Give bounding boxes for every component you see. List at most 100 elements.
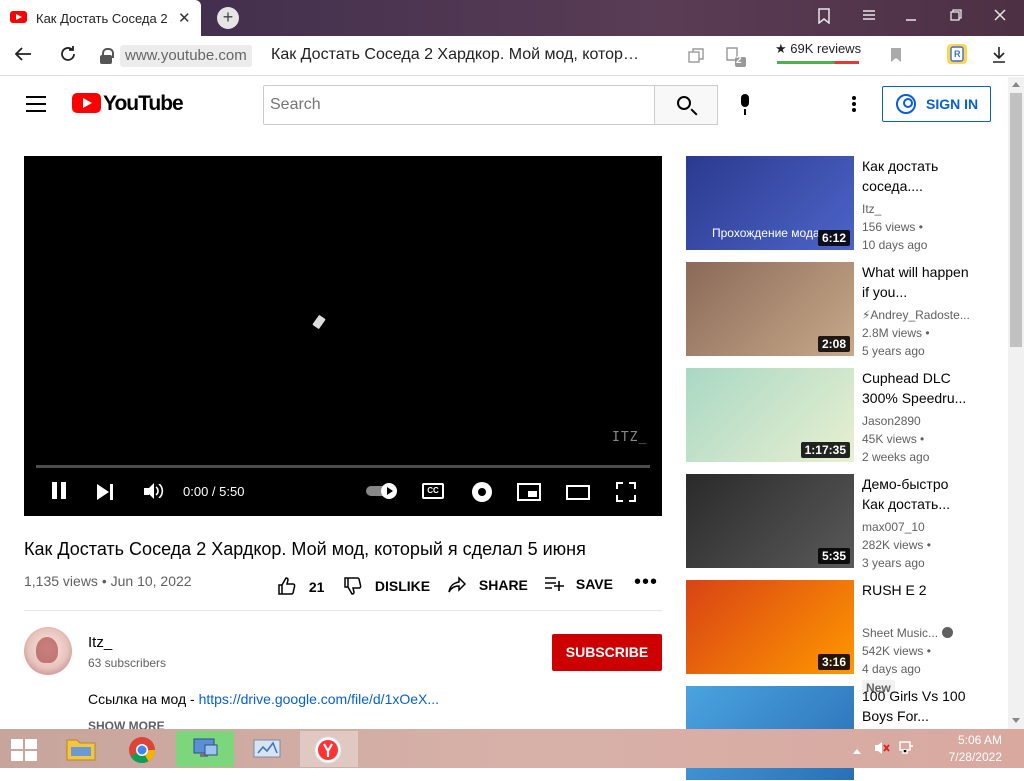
- recommendation-channel[interactable]: max007_10: [862, 520, 972, 534]
- search-input[interactable]: [263, 85, 655, 125]
- channel-avatar[interactable]: [24, 627, 72, 675]
- remote-desktop-icon[interactable]: [176, 731, 234, 767]
- theater-mode-icon[interactable]: [566, 485, 590, 500]
- fullscreen-icon[interactable]: [616, 482, 636, 502]
- recommendation-age: 5 years ago: [862, 344, 972, 358]
- url-page-title: Как Достать Соседа 2 Хардкор. Мой мод, к…: [271, 46, 639, 63]
- menu-icon[interactable]: [862, 8, 876, 27]
- recommendation-channel[interactable]: Itz_: [862, 202, 972, 216]
- dislike-button[interactable]: DISLIKE: [343, 576, 430, 596]
- recommendation-title[interactable]: Как достать соседа....: [862, 156, 970, 196]
- subtitles-button[interactable]: CC: [422, 483, 444, 499]
- recommendation-title[interactable]: 100 Girls Vs 100 Boys For...: [862, 686, 970, 726]
- restore-icon[interactable]: [950, 8, 962, 26]
- video-description: Ссылка на мод - https://drive.google.com…: [88, 691, 439, 707]
- save-button[interactable]: SAVE: [544, 576, 613, 592]
- video-thumbnail[interactable]: Прохождение мода 6:12: [686, 156, 854, 250]
- scroll-up-arrow-icon[interactable]: [1012, 82, 1020, 87]
- share-icon: [448, 576, 467, 593]
- video-duration: 5:35: [817, 548, 850, 564]
- tabs-icon[interactable]: [688, 47, 704, 69]
- recommendation-channel[interactable]: Sheet Music...: [862, 626, 972, 640]
- recommendation-title[interactable]: RUSH E 2: [862, 580, 970, 600]
- control-panel-icon[interactable]: [238, 731, 296, 767]
- recommendation-age-text: 10 days ago: [862, 238, 928, 252]
- video-duration: 1:17:35: [800, 442, 850, 458]
- close-tab-icon[interactable]: ✕: [178, 9, 191, 27]
- youtube-wordmark[interactable]: YouTube: [103, 92, 184, 116]
- recommendation-views-text: 542K views •: [862, 644, 931, 658]
- video-player[interactable]: ITZ_ 0:00 / 5:50 CC: [24, 156, 662, 516]
- recommendation-channel[interactable]: Jason2890: [862, 414, 972, 428]
- recommendation-channel[interactable]: ⚡Andrey_Radoste...: [862, 308, 972, 322]
- recommendation-age-text: 2 weeks ago: [862, 450, 930, 464]
- sign-in-label: SIGN IN: [926, 96, 979, 112]
- reviews-badge[interactable]: ★ 69K reviews: [775, 41, 861, 57]
- reload-icon[interactable]: [59, 45, 77, 68]
- video-thumbnail[interactable]: 2:08: [686, 262, 854, 356]
- recommendation-views: 45K views •: [862, 432, 972, 446]
- yandex-browser-icon[interactable]: [300, 731, 358, 767]
- settings-menu-icon[interactable]: [852, 96, 856, 112]
- volume-icon[interactable]: [144, 483, 164, 499]
- recommendation-age: 10 days ago: [862, 238, 972, 252]
- minimize-icon[interactable]: [905, 8, 917, 27]
- autoplay-toggle[interactable]: [366, 483, 400, 499]
- recommendation-age-text: 3 years ago: [862, 556, 925, 570]
- recommendation-title[interactable]: What will happen if you...: [862, 262, 970, 302]
- chrome-icon[interactable]: [114, 731, 172, 767]
- lock-icon[interactable]: [99, 48, 114, 64]
- windows-start-icon[interactable]: [11, 739, 39, 761]
- guide-menu-icon[interactable]: [26, 96, 46, 112]
- channel-name[interactable]: Itz_: [88, 634, 112, 651]
- show-more-button[interactable]: SHOW MORE: [88, 719, 165, 729]
- browser-tab-active[interactable]: Как Достать Соседа 2 Х ✕: [0, 0, 201, 36]
- video-thumbnail[interactable]: 5:35: [686, 474, 854, 568]
- volume-muted-icon[interactable]: [874, 740, 890, 761]
- subscribe-button[interactable]: SUBSCRIBE: [552, 634, 662, 671]
- back-arrow-icon[interactable]: [14, 45, 32, 67]
- recommendation-title[interactable]: Демо-быстро Как достать...: [862, 474, 970, 514]
- share-label: SHARE: [478, 577, 528, 593]
- recommendation-item[interactable]: 3:16 RUSH E 2 Sheet Music... 542K views • 4 …: [686, 580, 986, 696]
- download-icon[interactable]: [992, 46, 1006, 69]
- bookmark-icon[interactable]: [890, 46, 902, 68]
- search-button[interactable]: [654, 85, 718, 125]
- progress-bar[interactable]: [36, 465, 650, 468]
- close-window-icon[interactable]: [994, 8, 1006, 26]
- extension-icon[interactable]: R: [945, 42, 969, 71]
- page-scrollbar[interactable]: [1008, 77, 1024, 729]
- new-tab-button[interactable]: +: [217, 7, 239, 29]
- recommendation-item[interactable]: 1:17:35 Cuphead DLC 300% Speedru... Jason2…: [686, 368, 986, 464]
- divider: [24, 610, 662, 611]
- recommendation-channel-text: Jason2890: [862, 414, 921, 428]
- share-button[interactable]: SHARE: [447, 576, 528, 594]
- address-bar: www.youtube.com Как Достать Соседа 2 Хар…: [0, 36, 1024, 76]
- recommendation-item[interactable]: 5:35 Демо-быстро Как достать... max007_10 2…: [686, 474, 986, 570]
- scrollbar-thumb[interactable]: [1010, 93, 1022, 347]
- settings-gear-icon[interactable]: [472, 482, 492, 502]
- recommendation-title[interactable]: Cuphead DLC 300% Speedru...: [862, 368, 970, 408]
- system-clock[interactable]: 5:06 AM 7/28/2022: [944, 733, 1002, 764]
- url-field[interactable]: www.youtube.com Как Достать Соседа 2 Хар…: [96, 43, 666, 69]
- network-icon[interactable]: [898, 740, 914, 761]
- voice-search-icon[interactable]: [739, 94, 751, 118]
- recommendation-item[interactable]: Прохождение мода 6:12 Как достать соседа..…: [686, 156, 986, 252]
- recommendation-item[interactable]: 2:08 What will happen if you... ⚡Andrey_Ra…: [686, 262, 986, 358]
- like-button[interactable]: 21: [277, 576, 324, 596]
- video-thumbnail[interactable]: 1:17:35: [686, 368, 854, 462]
- recommendation-channel-text: max007_10: [862, 520, 925, 534]
- description-link[interactable]: https://drive.google.com/file/d/1xOeX...: [199, 691, 439, 707]
- scroll-down-arrow-icon[interactable]: [1012, 718, 1020, 723]
- show-hidden-icons-icon[interactable]: [852, 742, 862, 760]
- file-explorer-icon[interactable]: [52, 731, 110, 767]
- tab-title: Как Достать Соседа 2 Х: [36, 11, 172, 26]
- bookmarks-icon[interactable]: [817, 8, 831, 29]
- youtube-logo-icon[interactable]: [72, 93, 101, 113]
- miniplayer-icon[interactable]: [517, 483, 541, 501]
- pause-icon[interactable]: [52, 482, 70, 504]
- more-actions-icon[interactable]: •••: [634, 572, 658, 592]
- video-thumbnail[interactable]: 3:16: [686, 580, 854, 674]
- next-video-icon[interactable]: [97, 484, 113, 500]
- sign-in-button[interactable]: SIGN IN: [882, 86, 991, 122]
